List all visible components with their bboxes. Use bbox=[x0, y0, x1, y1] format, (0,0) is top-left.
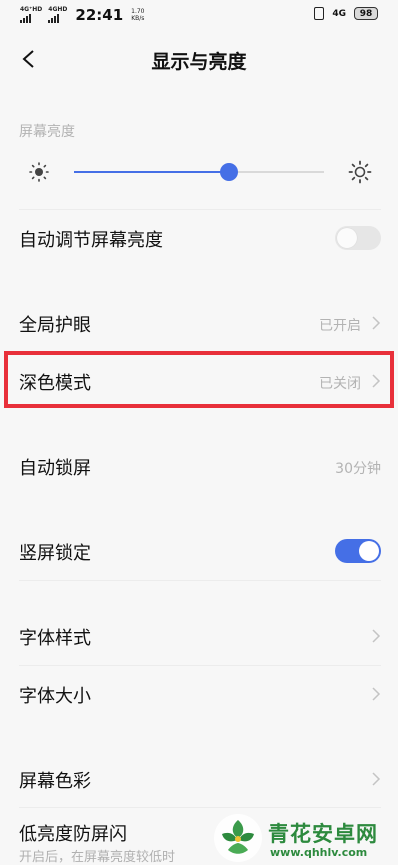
screen-color-row[interactable]: 屏幕色彩 bbox=[0, 751, 398, 807]
chevron-left-icon bbox=[22, 50, 34, 68]
sim1-label: 4G⁺HD bbox=[20, 6, 43, 13]
network-speed: 1.70 KB/s bbox=[131, 8, 144, 22]
eye-care-value: 已开启 bbox=[319, 318, 361, 334]
portrait-lock-toggle[interactable] bbox=[335, 539, 381, 563]
watermark-brand: 青花安卓网 bbox=[268, 822, 378, 846]
back-button[interactable] bbox=[14, 44, 44, 74]
sun-large-icon bbox=[348, 160, 372, 184]
slider-thumb[interactable] bbox=[220, 163, 238, 181]
network-type: 4G bbox=[332, 8, 346, 19]
eye-care-row[interactable]: 全局护眼 已开启 bbox=[0, 295, 398, 351]
header: 显示与亮度 bbox=[0, 34, 398, 86]
battery-level: 98 bbox=[354, 7, 378, 20]
watermark: 青花安卓网 www.qhhlv.com bbox=[212, 812, 392, 864]
divider bbox=[19, 580, 381, 581]
chevron-right-icon bbox=[372, 687, 381, 701]
status-bar: 4G⁺HD 4GHD 22:41 1.70 KB/s 4G 98 bbox=[0, 0, 398, 34]
portrait-lock-label: 竖屏锁定 bbox=[19, 543, 91, 564]
auto-brightness-label: 自动调节屏幕亮度 bbox=[19, 230, 163, 251]
screen-color-label: 屏幕色彩 bbox=[19, 771, 91, 792]
sim2-signal: 4GHD bbox=[48, 7, 67, 23]
signal-bars-icon bbox=[20, 14, 31, 23]
font-style-row[interactable]: 字体样式 bbox=[0, 608, 398, 664]
portrait-lock-row[interactable]: 竖屏锁定 bbox=[0, 523, 398, 579]
font-size-label: 字体大小 bbox=[19, 686, 91, 707]
speed-unit: KB/s bbox=[131, 15, 145, 22]
sun-small-icon bbox=[29, 162, 49, 182]
auto-brightness-row[interactable]: 自动调节屏幕亮度 bbox=[0, 210, 398, 266]
chevron-right-icon bbox=[372, 629, 381, 643]
toggle-knob bbox=[359, 541, 379, 561]
watermark-url: www.qhhlv.com bbox=[270, 846, 368, 859]
auto-brightness-toggle[interactable] bbox=[335, 226, 381, 250]
page-title: 显示与亮度 bbox=[151, 51, 247, 73]
chevron-right-icon bbox=[372, 772, 381, 786]
sim2-label: 4GHD bbox=[48, 6, 68, 13]
anti-flicker-label: 低亮度防屏闪 bbox=[19, 824, 127, 845]
highlight-box bbox=[4, 351, 394, 408]
auto-lock-value: 30分钟 bbox=[335, 461, 381, 477]
sim1-signal: 4G⁺HD bbox=[20, 7, 42, 23]
toggle-knob bbox=[337, 228, 357, 248]
font-style-label: 字体样式 bbox=[19, 628, 91, 649]
signal-bars-icon bbox=[48, 14, 60, 23]
eye-care-label: 全局护眼 bbox=[19, 315, 91, 336]
brightness-section-label: 屏幕亮度 bbox=[19, 124, 75, 140]
font-size-row[interactable]: 字体大小 bbox=[0, 666, 398, 722]
brightness-slider[interactable] bbox=[74, 160, 324, 184]
clock: 22:41 bbox=[75, 6, 124, 24]
auto-lock-row[interactable]: 自动锁屏 30分钟 bbox=[0, 438, 398, 494]
slider-fill bbox=[74, 171, 229, 173]
speed-value: 1.70 bbox=[131, 8, 145, 15]
vibrate-icon bbox=[314, 7, 325, 20]
flower-logo-icon bbox=[214, 814, 262, 862]
chevron-right-icon bbox=[372, 316, 381, 330]
auto-lock-label: 自动锁屏 bbox=[19, 458, 91, 479]
anti-flicker-description: 开启后，在屏幕亮度较低时 bbox=[19, 850, 176, 865]
